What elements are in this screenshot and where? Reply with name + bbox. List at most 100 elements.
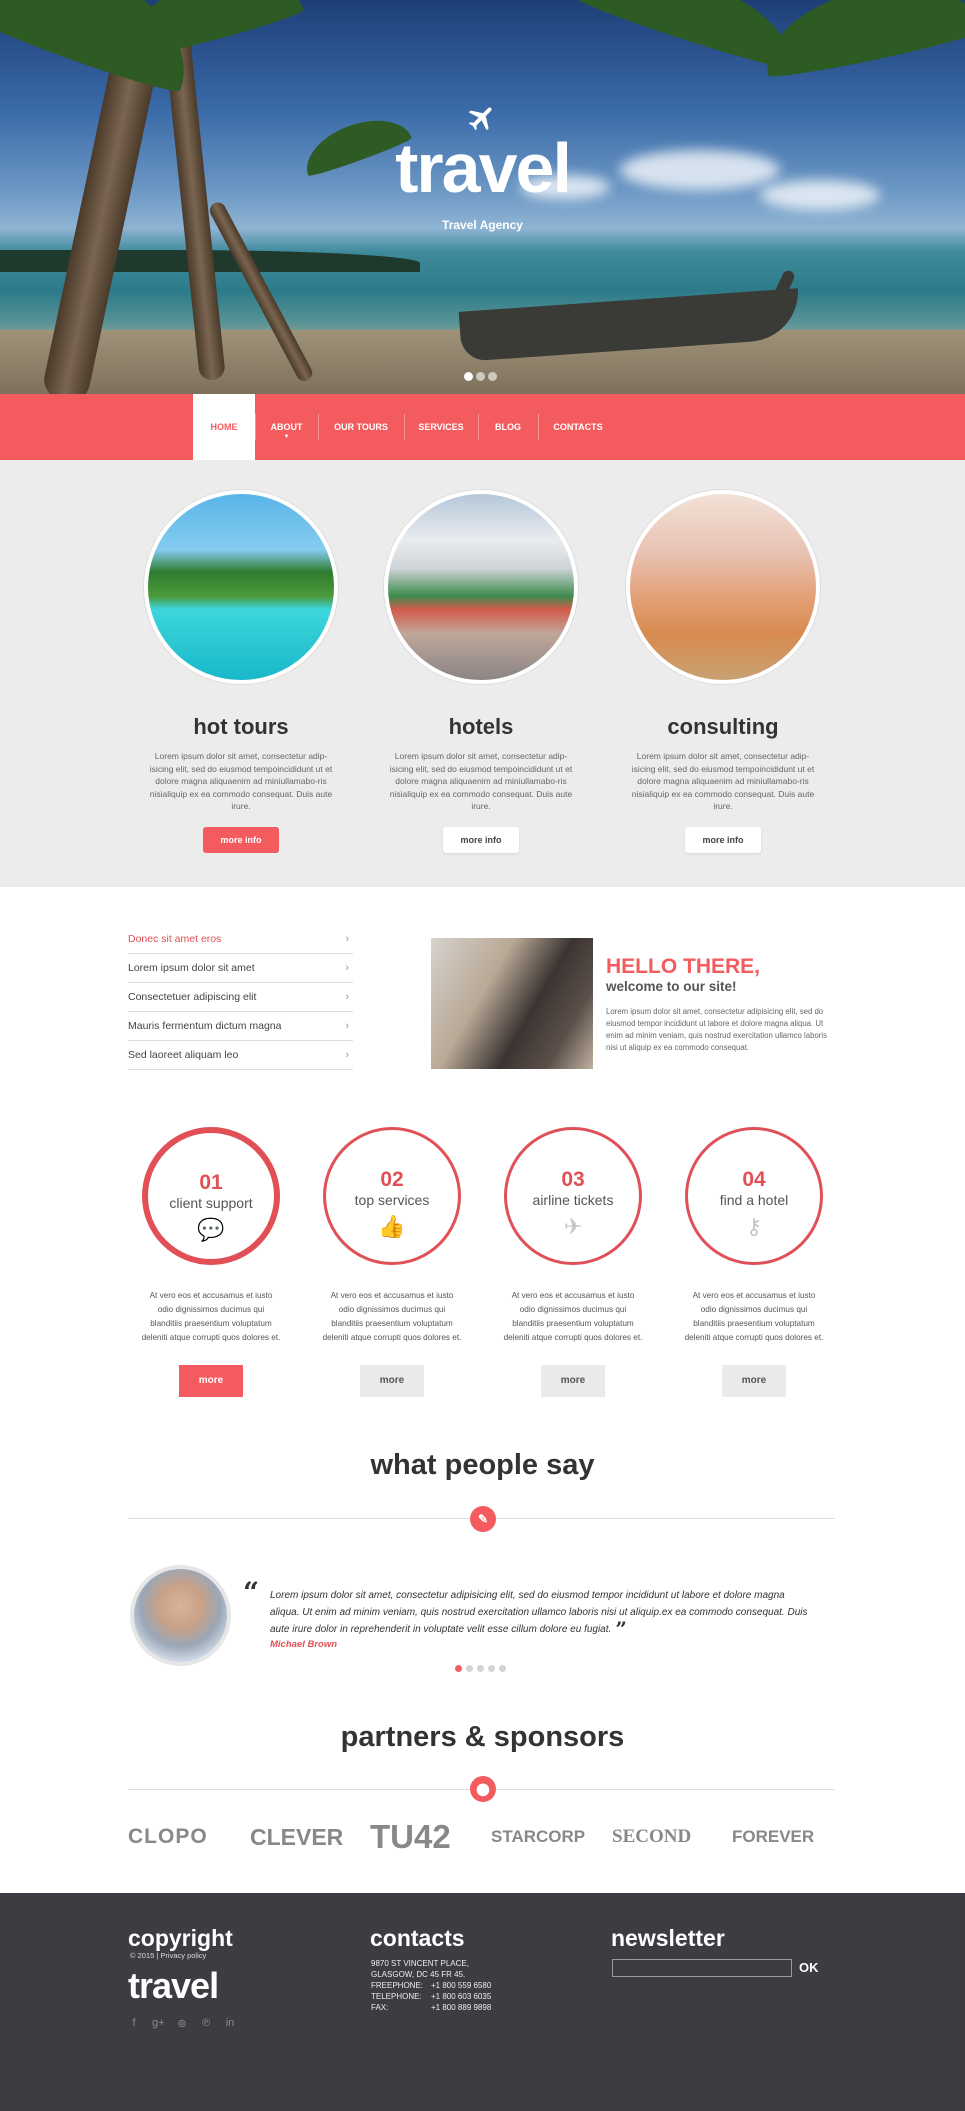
feature-consulting: consulting Lorem ipsum dolor sit amet, c…: [603, 490, 843, 853]
newsletter-email-input[interactable]: [612, 1959, 792, 1977]
phone-value[interactable]: +1 800 559 6580: [431, 1980, 491, 1991]
service-ring: 01 client support 💬: [142, 1127, 280, 1265]
nav-label: CONTACTS: [553, 422, 603, 432]
list-item-label: Lorem ipsum dolor sit amet: [128, 962, 255, 974]
service-label: find a hotel: [719, 1192, 789, 1208]
list-item[interactable]: Lorem ipsum dolor sit amet ›: [128, 954, 353, 983]
slider-dot[interactable]: [476, 372, 485, 381]
list-item-label: Mauris fermentum dictum magna: [128, 1020, 282, 1032]
footer-copyright-text[interactable]: © 2015 | Privacy policy: [130, 1951, 206, 1960]
partners-title: partners & sponsors: [340, 1721, 625, 1753]
feature-image-woman-beach[interactable]: [626, 490, 820, 684]
service-text: At vero eos et accusamus et iusto odio d…: [503, 1291, 643, 1342]
nav-item-blog[interactable]: BLOG: [478, 394, 538, 460]
slider-dot[interactable]: [499, 1665, 506, 1672]
quote-text: Lorem ipsum dolor sit amet, consectetur …: [270, 1590, 808, 1635]
service-label: airline tickets: [532, 1192, 614, 1208]
slider-dot[interactable]: [464, 372, 473, 381]
phone-row: FAX: +1 800 889 9898: [371, 2002, 491, 2013]
service-number: 01: [199, 1171, 223, 1194]
phone-label: FAX:: [371, 2003, 389, 2012]
team-photo: [431, 938, 593, 1069]
service-airline-tickets: 03 airline tickets ✈ At vero eos et accu…: [473, 1127, 673, 1397]
feature-text: Lorem ipsum dolor sit amet, consectetur …: [631, 751, 815, 811]
partner-logo-tu42[interactable]: TU42: [370, 1817, 451, 1857]
hello-subtitle: welcome to our site!: [606, 979, 737, 994]
phone-value[interactable]: +1 800 889 9898: [431, 2002, 491, 2013]
phone-label: FREEPHONE:: [371, 1981, 424, 1990]
site-logo-title[interactable]: travel: [0, 128, 965, 208]
more-info-button[interactable]: more info: [203, 826, 279, 853]
list-item[interactable]: Consectetuer adipiscing elit ›: [128, 983, 353, 1012]
slider-dot[interactable]: [466, 1665, 473, 1672]
pin-icon: ⬤: [470, 1776, 496, 1802]
nav-label: SERVICES: [418, 422, 464, 432]
partner-logo-second[interactable]: SECOND: [612, 1817, 691, 1857]
slider-dot[interactable]: [488, 1665, 495, 1672]
more-button[interactable]: more: [541, 1365, 605, 1397]
service-text: At vero eos et accusamus et iusto odio d…: [141, 1291, 281, 1342]
address-line: GLASGOW, DC 45 FR 45.: [371, 1970, 466, 1979]
linkedin-icon[interactable]: in: [224, 2017, 236, 2030]
list-item[interactable]: Mauris fermentum dictum magna ›: [128, 1012, 353, 1041]
chevron-right-icon: ›: [345, 1049, 349, 1061]
footer-logo[interactable]: travel: [128, 1965, 219, 2007]
partner-logo-clopo[interactable]: CLOPO: [128, 1817, 208, 1857]
slider-dot[interactable]: [488, 372, 497, 381]
service-ring: 04 find a hotel ⚷: [685, 1127, 823, 1265]
facebook-icon[interactable]: f: [128, 2017, 140, 2030]
nav-item-contacts[interactable]: CONTACTS: [538, 394, 618, 460]
quote-open-icon: “: [243, 1576, 260, 1609]
nav-item-our-tours[interactable]: OUR TOURS: [318, 394, 404, 460]
footer-contacts-title: contacts: [370, 1925, 465, 1951]
service-client-support: 01 client support 💬 At vero eos et accus…: [111, 1127, 311, 1397]
nav-item-about[interactable]: ABOUT ▼: [255, 394, 318, 460]
more-button[interactable]: more: [722, 1365, 786, 1397]
service-top-services: 02 top services 👍 At vero eos et accusam…: [292, 1127, 492, 1397]
service-number: 04: [742, 1168, 766, 1191]
list-item[interactable]: Sed laoreet aliquam leo ›: [128, 1041, 353, 1070]
nav-label: HOME: [210, 422, 238, 432]
slider-dot[interactable]: [455, 1665, 462, 1672]
palm-frond: [755, 0, 965, 83]
rss-icon[interactable]: ⊚: [176, 2017, 188, 2030]
list-item-label: Donec sit amet eros: [128, 933, 222, 945]
feature-image-beach-resort[interactable]: [144, 490, 338, 684]
phone-value[interactable]: +1 800 603 6035: [431, 1991, 491, 2002]
pinterest-icon[interactable]: ℗: [200, 2017, 212, 2030]
more-info-button[interactable]: more info: [443, 826, 519, 853]
list-item-label: Consectetuer adipiscing elit: [128, 991, 257, 1003]
service-label: client support: [169, 1195, 253, 1211]
partner-logo-forever[interactable]: FOREVER: [732, 1817, 814, 1857]
phone-label: TELEPHONE:: [371, 1992, 422, 2001]
list-item[interactable]: Donec sit amet eros ›: [128, 925, 353, 954]
address-line: 9870 ST VINCENT PLACE,: [371, 1959, 469, 1968]
nav-label: BLOG: [495, 422, 521, 432]
slider-dot[interactable]: [477, 1665, 484, 1672]
newsletter-submit-button[interactable]: OK: [799, 1960, 819, 1975]
nav-item-services[interactable]: SERVICES: [404, 394, 478, 460]
service-text: At vero eos et accusamus et iusto odio d…: [322, 1291, 462, 1342]
feature-title: hotels: [448, 714, 514, 739]
feature-title: hot tours: [193, 714, 289, 739]
partner-logo-clever[interactable]: CLEVER: [250, 1817, 343, 1857]
more-info-button[interactable]: more info: [685, 826, 761, 853]
link-list: Donec sit amet eros › Lorem ipsum dolor s…: [128, 925, 353, 1070]
key-icon: ⚷: [745, 1214, 763, 1239]
footer: copyright © 2015 | Privacy policy travel…: [0, 1893, 965, 2111]
more-button[interactable]: more: [360, 1365, 424, 1397]
avatar: [130, 1565, 231, 1666]
testimonial-pagination: [455, 1665, 506, 1672]
features-section: hot tours Lorem ipsum dolor sit amet, co…: [0, 460, 965, 887]
feature-image-hotel-pool[interactable]: [384, 490, 578, 684]
partner-logo-starcorp[interactable]: STARCORP: [491, 1817, 585, 1857]
google-plus-icon[interactable]: g+: [152, 2017, 165, 2030]
pencil-icon: ✎: [470, 1506, 496, 1532]
paper-plane-icon: ✈: [563, 1214, 583, 1239]
phone-row: TELEPHONE: +1 800 603 6035: [371, 1991, 491, 2002]
service-label: top services: [354, 1192, 430, 1208]
nav-item-home[interactable]: HOME: [193, 394, 255, 460]
more-button[interactable]: more: [179, 1365, 243, 1397]
feature-title: consulting: [667, 714, 779, 739]
chat-bubbles-icon: 💬: [197, 1217, 225, 1242]
